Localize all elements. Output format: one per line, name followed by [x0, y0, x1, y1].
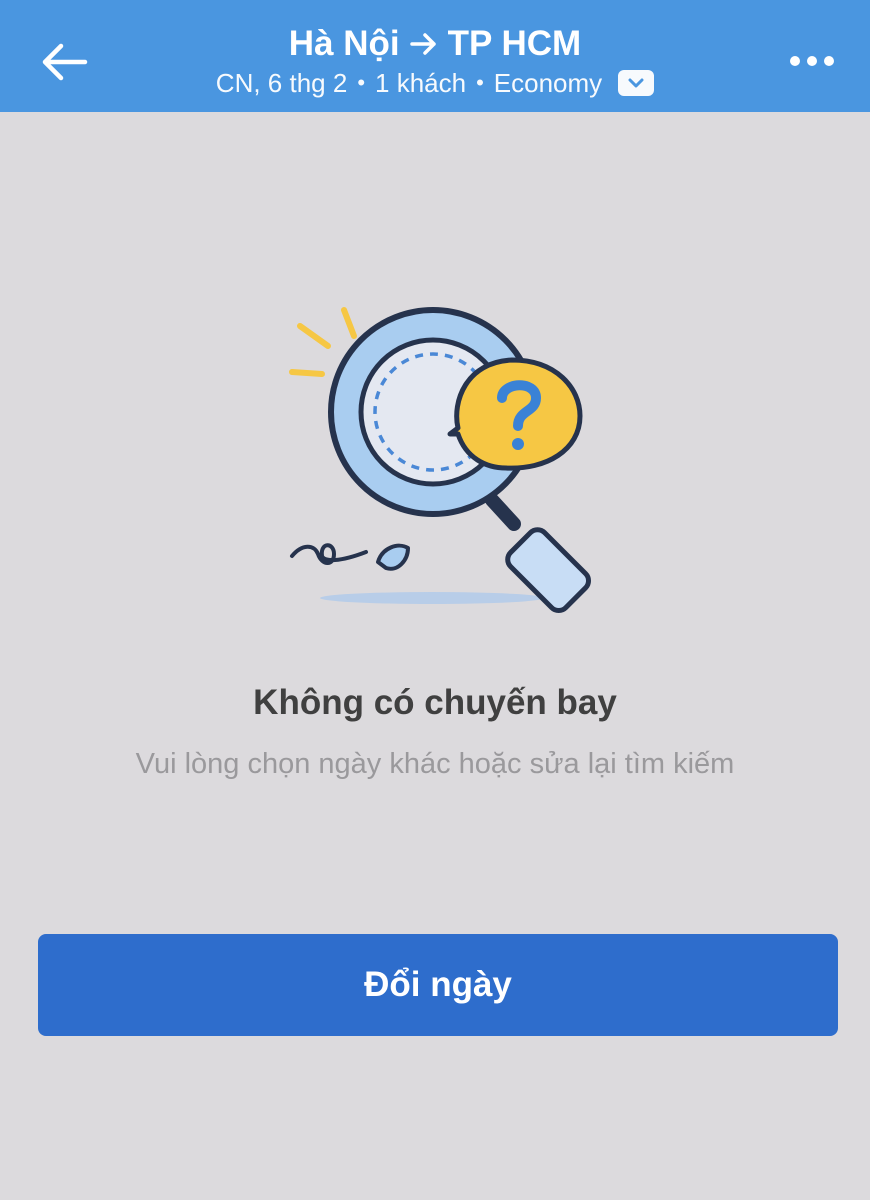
- search-details: CN, 6 thg 2 • 1 khách • Economy: [130, 66, 740, 100]
- more-horizontal-icon: [790, 56, 834, 66]
- chevron-down-icon: [628, 78, 644, 88]
- cabin-class: Economy: [493, 68, 603, 98]
- more-options-button[interactable]: [784, 38, 840, 84]
- origin-city: Hà Nội: [288, 24, 400, 63]
- search-summary[interactable]: Hà Nội TP HCM CN, 6 thg 2 • 1 khách • Ec…: [130, 22, 740, 100]
- empty-state-subtitle: Vui lòng chọn ngày khác hoặc sửa lại tìm…: [135, 748, 735, 780]
- empty-state-title: Không có chuyến bay: [253, 683, 617, 722]
- arrow-right-icon: [409, 32, 438, 56]
- app-header: Hà Nội TP HCM CN, 6 thg 2 • 1 khách • Ec…: [0, 0, 870, 112]
- route-title: Hà Nội TP HCM: [130, 22, 740, 66]
- change-date-button[interactable]: Đổi ngày: [38, 934, 838, 1036]
- passenger-count: 1 khách: [375, 68, 467, 98]
- arrow-left-icon: [42, 43, 88, 81]
- back-button[interactable]: [36, 36, 92, 88]
- magnifier-question-icon: [280, 300, 600, 620]
- separator-dot: •: [476, 70, 484, 95]
- destination-city: TP HCM: [447, 24, 582, 63]
- separator-dot: •: [357, 70, 366, 95]
- travel-date: CN, 6 thg 2: [215, 68, 348, 98]
- expand-search-button[interactable]: [618, 70, 655, 96]
